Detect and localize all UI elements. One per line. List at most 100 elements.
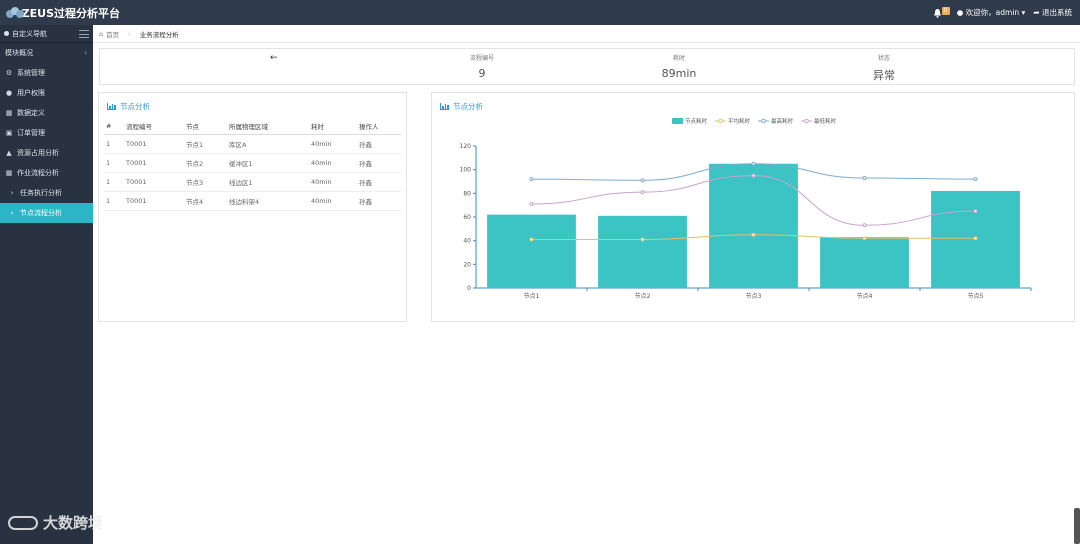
series-point xyxy=(973,177,978,182)
app-title: ZEUS过程分析平台 xyxy=(21,6,120,20)
chevron-right-icon: › xyxy=(10,189,14,197)
table-cell: 节点2 xyxy=(184,153,227,173)
notification-count: 0 xyxy=(941,6,950,15)
menu-toggle-icon[interactable] xyxy=(79,29,89,38)
node-analysis-chart: 0 20 40 60 80 100 120 节点1 节点2 节点3 节点4 节点5 节点耗时 平均耗时 最高… xyxy=(460,117,1032,300)
welcome-text: 欢迎你，admin xyxy=(965,8,1020,17)
table-row: 1 T0001 节点2 缓冲区1 40min 孙鑫 xyxy=(104,153,401,173)
y-tick-label: 100 xyxy=(460,167,472,174)
table-cell: 40min xyxy=(309,153,357,173)
home-icon: ⌂ xyxy=(99,29,104,38)
breadcrumb-current: 业务流程分析 xyxy=(139,30,179,39)
series-point xyxy=(751,161,756,166)
breadcrumb: ⌂ 首页 › 业务流程分析 xyxy=(93,25,1080,43)
table-cell: T0001 xyxy=(124,153,184,173)
logout-label: 退出系统 xyxy=(1042,8,1072,17)
chevron-right-icon: › xyxy=(84,49,87,57)
stat-value: 9 xyxy=(478,67,486,80)
y-tick-label: 120 xyxy=(460,143,472,150)
series-point xyxy=(529,237,534,242)
legend-label: 最高耗时 xyxy=(771,117,794,125)
table-row: 1 T0001 节点1 库区A 40min 孙鑫 xyxy=(104,134,401,154)
series-point xyxy=(640,178,645,183)
logo-icon xyxy=(6,6,24,19)
column-header: 所属物理区域 xyxy=(227,118,309,135)
breadcrumb-separator: › xyxy=(128,29,131,38)
table-row: 1 T0001 节点3 线边区1 40min 孙鑫 xyxy=(104,172,401,192)
bell-icon xyxy=(933,8,941,18)
logout-link[interactable]: ➦ 退出系统 xyxy=(1033,7,1072,18)
stat-label: 耗时 xyxy=(672,55,685,62)
sidebar-header-label: 自定义导航 xyxy=(12,29,47,38)
table-cell: 孙鑫 xyxy=(357,153,401,173)
y-tick-label: 0 xyxy=(467,285,471,292)
chart-icon: ▲ xyxy=(6,149,12,157)
sidebar-item-label: 用户权限 xyxy=(17,89,45,97)
sidebar-item-system[interactable]: ⚙ 系统管理 xyxy=(0,63,93,83)
sidebar-item-job-flow-analysis[interactable]: ▦ 作业流程分析 xyxy=(0,163,93,183)
series-point xyxy=(862,223,867,228)
sidebar-item-label: 数据定义 xyxy=(17,109,45,117)
table-cell: 库区A xyxy=(227,134,309,154)
user-menu[interactable]: ● 欢迎你，admin ▾ xyxy=(957,7,1026,18)
x-tick-label: 节点5 xyxy=(968,292,984,300)
series-point xyxy=(529,201,534,206)
node-analysis-table-panel: 节点分析 # 流程编号 节点 所属物理区域 耗时 操作人 1 T0001 节点1 库区… xyxy=(98,92,407,322)
sidebar-item-task-execution[interactable]: › 任务执行分析 xyxy=(0,183,93,203)
logo: ZEUS过程分析平台 xyxy=(0,5,120,21)
caret-down-icon: ▾ xyxy=(1021,8,1026,17)
sidebar-item-label: 节点流程分析 xyxy=(20,209,62,217)
notification-bell[interactable]: 0 xyxy=(933,6,950,18)
table-cell: 1 xyxy=(104,153,124,173)
user-icon: ● xyxy=(5,89,13,97)
stat-label: 状态 xyxy=(877,55,890,62)
sidebar-item-data-definition[interactable]: ▦ 数据定义 xyxy=(0,103,93,123)
table-cell: 1 xyxy=(104,172,124,192)
node-analysis-chart-panel: 节点分析 0 20 40 60 80 100 120 节点1 节点2 节点3 节点4 节点5 节点耗时平… xyxy=(431,92,1075,322)
scrollbar-thumb[interactable] xyxy=(1074,508,1080,544)
series-point xyxy=(640,237,645,242)
legend-swatch-point xyxy=(761,118,766,124)
bar-mark xyxy=(598,215,687,288)
series-point xyxy=(862,236,867,241)
breadcrumb-home[interactable]: 首页 xyxy=(106,29,119,39)
table-cell: 孙鑫 xyxy=(357,172,401,192)
sidebar-item-overview[interactable]: 模块概况 › xyxy=(0,43,93,63)
node-table: # 流程编号 节点 所属物理区域 耗时 操作人 1 T0001 节点1 库区A 40mi… xyxy=(104,118,401,211)
series-point xyxy=(751,232,756,237)
footer-watermark: 大数跨境 xyxy=(8,512,103,533)
table-cell: 40min xyxy=(309,191,357,211)
bar-mark xyxy=(487,214,576,288)
table-cell: 线边区1 xyxy=(227,172,309,192)
table-cell: 节点4 xyxy=(184,191,227,211)
sidebar-item-users[interactable]: ● 用户权限 xyxy=(0,83,93,103)
column-header: # xyxy=(104,118,124,135)
stat-duration: 耗时 89min xyxy=(619,53,739,80)
table-header-row: # 流程编号 节点 所属物理区域 耗时 操作人 xyxy=(104,118,401,135)
legend-label: 最低耗时 xyxy=(814,117,837,125)
legend-label: 节点耗时 xyxy=(685,117,708,125)
sidebar-item-label: 系统管理 xyxy=(17,69,45,77)
column-header: 流程编号 xyxy=(124,118,184,135)
series-point xyxy=(751,173,756,178)
gear-icon: ⚙ xyxy=(5,69,13,77)
sidebar-item-resource-analysis[interactable]: ▲ 资源占用分析 xyxy=(0,143,93,163)
bar-chart-icon xyxy=(107,103,116,110)
y-tick-label: 80 xyxy=(463,190,471,197)
back-arrow-icon[interactable]: ← xyxy=(270,53,278,63)
table-cell: 孙鑫 xyxy=(357,134,401,154)
table-cell: T0001 xyxy=(124,191,184,211)
y-tick-label: 60 xyxy=(463,214,471,221)
bar-mark xyxy=(820,237,909,288)
series-point xyxy=(973,209,978,214)
sidebar-item-label: 任务执行分析 xyxy=(20,189,62,197)
sidebar-item-label: 模块概况 xyxy=(5,49,33,57)
series-point xyxy=(862,175,867,180)
table-cell: 节点3 xyxy=(184,172,227,192)
sidebar-item-orders[interactable]: ▣ 订单管理 xyxy=(0,123,93,143)
process-summary: ← 流程编号 9 耗时 89min 状态 异常 xyxy=(99,48,1075,85)
legend-swatch-point xyxy=(718,118,723,124)
x-tick-label: 节点1 xyxy=(524,292,540,300)
sidebar-item-node-flow[interactable]: › 节点流程分析 xyxy=(0,203,93,223)
panel-title-label: 节点分析 xyxy=(120,102,150,111)
